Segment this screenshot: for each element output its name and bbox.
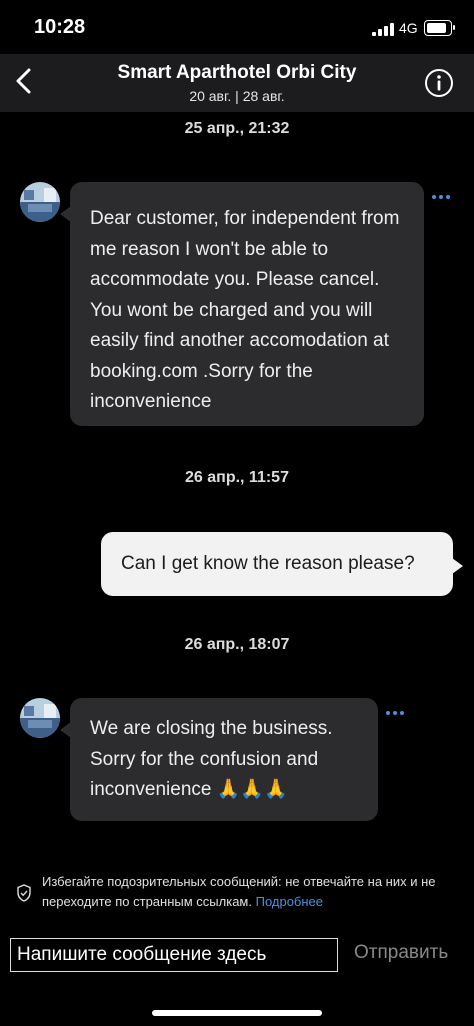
- message-input[interactable]: [10, 938, 338, 972]
- warning-text: Избегайте подозрительных сообщений: не о…: [42, 872, 456, 912]
- learn-more-link[interactable]: Подробнее: [256, 894, 323, 909]
- battery-icon: [424, 20, 455, 36]
- message-bubble-incoming[interactable]: Dear customer, for independent from me r…: [60, 182, 424, 426]
- message-bubble-incoming[interactable]: We are closing the business. Sorry for t…: [60, 698, 378, 821]
- more-options-icon[interactable]: [432, 193, 454, 201]
- message-bubble-outgoing[interactable]: Can I get know the reason please?: [101, 532, 463, 596]
- shield-check-icon: [17, 884, 31, 902]
- chat-header: Smart Aparthotel Orbi City 20 авг. | 28 …: [0, 54, 474, 112]
- send-button[interactable]: Отправить: [354, 942, 448, 964]
- hotel-avatar[interactable]: [20, 182, 60, 222]
- status-bar: 10:28 4G: [0, 0, 474, 54]
- hotel-room-icon: [20, 182, 60, 222]
- warning-message: Избегайте подозрительных сообщений: не о…: [42, 874, 436, 909]
- home-indicator[interactable]: [152, 1010, 322, 1016]
- hotel-room-icon: [20, 698, 60, 738]
- hotel-avatar[interactable]: [20, 698, 60, 738]
- info-circle-icon: [425, 69, 453, 97]
- status-time: 10:28: [34, 16, 86, 38]
- cellular-signal-icon: [372, 22, 396, 36]
- info-button[interactable]: [424, 68, 454, 98]
- message-composer: Отправить: [0, 938, 474, 974]
- network-type: 4G: [399, 20, 418, 36]
- stay-dates: 20 авг. | 28 авг.: [189, 88, 285, 104]
- chat-title: Smart Aparthotel Orbi City: [117, 62, 357, 83]
- safety-warning: Избегайте подозрительных сообщений: не о…: [16, 872, 456, 916]
- message-date: 25 апр., 21:32: [184, 120, 290, 137]
- more-options-icon[interactable]: [386, 709, 408, 717]
- message-date: 26 апр., 18:07: [184, 636, 290, 653]
- message-date: 26 апр., 11:57: [185, 469, 289, 486]
